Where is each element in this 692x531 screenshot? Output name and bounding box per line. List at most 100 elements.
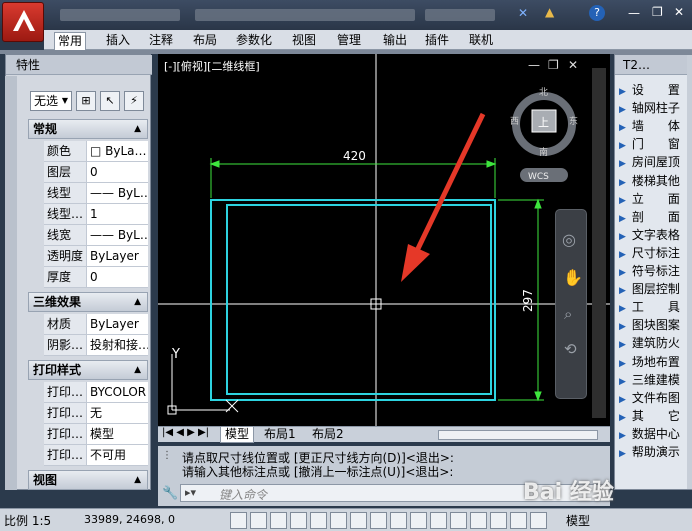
property-row[interactable]: 透明度 ByLayer (44, 246, 148, 267)
tab-model[interactable]: 模型 (220, 427, 255, 443)
property-value[interactable]: 0 (86, 267, 148, 288)
property-row[interactable]: 线宽 —— ByL… (44, 225, 148, 246)
property-value[interactable]: 模型 (86, 424, 148, 445)
tool-palette-item[interactable]: ▶ 尺寸标注 (619, 245, 691, 262)
viewcube-top[interactable]: 上 (538, 116, 549, 129)
property-value[interactable]: 1 (86, 204, 148, 225)
tool-palette-item[interactable]: ▶ 轴网柱子 (619, 100, 691, 117)
ribbon-tab[interactable]: 注释 (146, 32, 176, 50)
viewcube-west[interactable]: 西 (510, 116, 519, 127)
tool-palette-item[interactable]: ▶ 其 它 (619, 408, 691, 425)
pan-icon[interactable]: ✋ (563, 268, 583, 287)
property-row[interactable]: 打印… 无 (44, 403, 148, 424)
model-space-button[interactable]: 模型 (566, 512, 590, 529)
ribbon-tab[interactable]: 参数化 (233, 32, 275, 50)
ribbon-tab[interactable]: 管理 (334, 32, 364, 50)
am-toggle-icon[interactable] (510, 512, 527, 529)
infer-toggle-icon[interactable] (230, 512, 247, 529)
property-value[interactable]: 无 (86, 403, 148, 424)
sc-toggle-icon[interactable] (490, 512, 507, 529)
ribbon-tab[interactable]: 插件 (422, 32, 452, 50)
tool-palette-item[interactable]: ▶ 立 面 (619, 191, 691, 208)
exchange-icon[interactable]: ✕ (518, 6, 528, 20)
property-value[interactable]: 0 (86, 162, 148, 183)
tool-palette-item[interactable]: ▶ 设 置 (619, 82, 691, 99)
dyn-toggle-icon[interactable] (410, 512, 427, 529)
tool-palette-item[interactable]: ▶ 帮助演示 (619, 444, 691, 461)
property-row[interactable]: 厚度 0 (44, 267, 148, 288)
collapse-icon[interactable]: ▲ (134, 120, 141, 138)
canvas-vscroll[interactable] (592, 68, 606, 418)
restore-button[interactable]: ❐ (652, 5, 663, 19)
tool-palette-item[interactable]: ▶ 墙 体 (619, 118, 691, 135)
collapse-icon[interactable]: ▲ (134, 293, 141, 311)
collapse-icon[interactable]: ▲ (134, 471, 141, 489)
tool-palette-item[interactable]: ▶ 房间屋顶 (619, 154, 691, 171)
ribbon-tab[interactable]: 插入 (103, 32, 133, 50)
tool-palette-item[interactable]: ▶ 图层控制 (619, 281, 691, 298)
quick-select-icon[interactable]: ⚡ (124, 91, 144, 111)
drawing-canvas[interactable]: [-][俯视][二维线框] 420 297 Y 上 北 南 东 西 WCS — … (158, 54, 610, 426)
palette-side-strip[interactable] (5, 76, 17, 490)
property-row[interactable]: 材质 ByLayer (44, 314, 148, 335)
wcs-label[interactable]: WCS (528, 172, 549, 182)
tool-palette-item[interactable]: ▶ 三维建模 (619, 372, 691, 389)
qp-toggle-icon[interactable] (470, 512, 487, 529)
property-group-header[interactable]: 三维效果 ▲ (28, 292, 148, 312)
steeringwheel-icon[interactable]: ◎ (562, 230, 576, 249)
snap-toggle-icon[interactable] (250, 512, 267, 529)
property-value[interactable]: 投射和接… (86, 335, 148, 356)
tab-nav-icons[interactable]: |◀ ◀ ▶ ▶| (162, 427, 209, 438)
tab-layout2[interactable]: 布局2 (308, 427, 348, 443)
otrack-toggle-icon[interactable] (370, 512, 387, 529)
property-value[interactable]: —— ByL… (86, 225, 148, 246)
ribbon-tab[interactable]: 输出 (380, 32, 410, 50)
tool-palette-item[interactable]: ▶ 图块图案 (619, 317, 691, 334)
tool-palette-item[interactable]: ▶ 文字表格 (619, 227, 691, 244)
viewport-minimize-icon[interactable]: — (528, 58, 540, 72)
ribbon-tab[interactable]: 联机 (466, 32, 496, 50)
navigation-bar[interactable]: ◎ ✋ ⌕ ⟲ (555, 209, 587, 399)
tab-layout1[interactable]: 布局1 (260, 427, 300, 443)
tool-palette-item[interactable]: ▶ 剖 面 (619, 209, 691, 226)
ribbon-tab[interactable]: 视图 (289, 32, 319, 50)
help-icon[interactable]: ? (589, 5, 605, 21)
layout-toggle-icon[interactable] (530, 512, 547, 529)
property-group-header[interactable]: 视图 ▲ (28, 470, 148, 490)
tool-palette-item[interactable]: ▶ 场地布置 (619, 354, 691, 371)
property-group-header[interactable]: 打印样式 ▲ (28, 360, 148, 380)
collapse-icon[interactable]: ▲ (134, 361, 141, 379)
viewport-restore-icon[interactable]: ❐ (548, 58, 559, 72)
tool-palette-item[interactable]: ▶ 门 窗 (619, 136, 691, 153)
property-row[interactable]: 颜色 □ ByLa… (44, 141, 148, 162)
application-menu-button[interactable] (2, 2, 44, 42)
property-value[interactable]: 不可用 (86, 445, 148, 466)
tool-palette-item[interactable]: ▶ 建筑防火 (619, 335, 691, 352)
viewcube-south[interactable]: 南 (539, 146, 548, 158)
customize-icon[interactable]: 🔧 (162, 486, 178, 501)
property-value[interactable]: ByLayer (86, 314, 148, 335)
viewcube-north[interactable]: 北 (539, 87, 548, 98)
tool-palette-item[interactable]: ▶ 楼梯其他 (619, 173, 691, 190)
property-row[interactable]: 打印… 不可用 (44, 445, 148, 466)
property-row[interactable]: 线型 —— ByL… (44, 183, 148, 204)
orbit-icon[interactable]: ⟲ (564, 340, 577, 358)
property-row[interactable]: 打印… 模型 (44, 424, 148, 445)
property-value[interactable]: ByLayer (86, 246, 148, 267)
property-group-header[interactable]: 常规 ▲ (28, 119, 148, 139)
lwt-toggle-icon[interactable] (430, 512, 447, 529)
pickadd-icon[interactable]: ⊞ (76, 91, 96, 111)
ribbon-tab[interactable]: 常用 (54, 32, 87, 50)
minimize-button[interactable]: — (628, 6, 640, 20)
zoom-icon[interactable]: ⌕ (564, 305, 572, 323)
property-row[interactable]: 图层 0 (44, 162, 148, 183)
ribbon-tab[interactable]: 布局 (190, 32, 220, 50)
tool-palette-item[interactable]: ▶ 数据中心 (619, 426, 691, 443)
tool-palette-item[interactable]: ▶ 符号标注 (619, 263, 691, 280)
viewcube-east[interactable]: 东 (569, 115, 578, 127)
select-objects-icon[interactable]: ↖ (100, 91, 120, 111)
tool-palette-item[interactable]: ▶ 工 具 (619, 299, 691, 316)
osnap-toggle-icon[interactable] (330, 512, 347, 529)
command-grip-icon[interactable]: ⋮ (162, 450, 172, 461)
property-row[interactable]: 阴影… 投射和接… (44, 335, 148, 356)
